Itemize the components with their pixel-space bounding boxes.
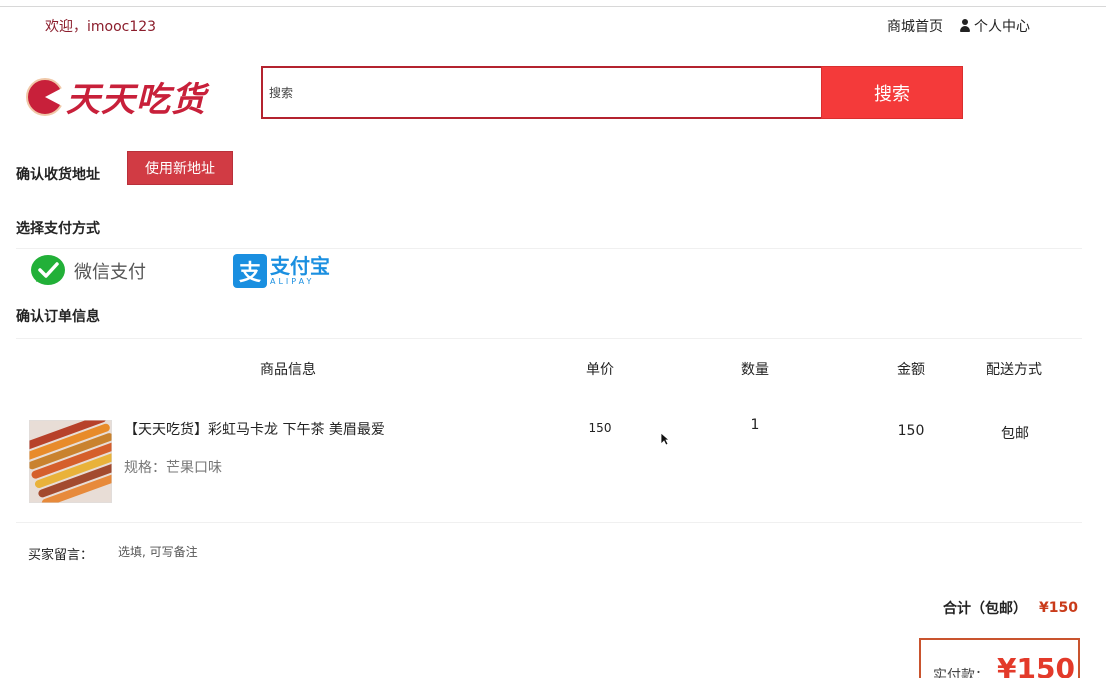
header-quantity: 数量 — [741, 362, 769, 378]
user-icon — [959, 19, 971, 32]
product-name[interactable]: 【天天吃货】彩虹马卡龙 下午茶 美眉最爱 — [124, 419, 385, 439]
product-spec: 规格：芒果口味 — [124, 460, 222, 476]
header-product: 商品信息 — [260, 362, 316, 378]
alipay-en-label: ALIPAY — [270, 277, 315, 286]
divider — [16, 522, 1082, 523]
top-nav: 商城首页 个人中心 — [887, 16, 1030, 36]
item-shipping: 包邮 — [1001, 426, 1029, 442]
logo-text: 天天吃货 — [66, 80, 206, 120]
divider — [16, 248, 1082, 249]
subtotal: 合计（包邮） ¥150 — [943, 598, 1078, 618]
order-section-title: 确认订单信息 — [16, 309, 100, 325]
top-border — [0, 6, 1106, 7]
actual-payment-amount: ¥150 — [997, 652, 1075, 678]
buyer-message-input[interactable] — [112, 540, 532, 564]
wechat-pay-label: 微信支付 — [74, 262, 146, 283]
alipay-icon: 支 — [233, 254, 267, 288]
logo[interactable]: 天天吃货 — [26, 72, 206, 121]
subtotal-amount: ¥150 — [1039, 600, 1078, 616]
user-center-label: 个人中心 — [974, 19, 1030, 35]
logo-mark-icon — [26, 77, 64, 116]
header-shipping: 配送方式 — [986, 362, 1042, 378]
item-unit-price: 150 — [588, 421, 612, 435]
alipay-wordmark: 支付宝 ALIPAY — [270, 256, 330, 286]
divider — [16, 338, 1082, 339]
user-center-link[interactable]: 个人中心 — [959, 16, 1030, 36]
wechat-pay-option[interactable]: 微信支付 — [30, 254, 146, 288]
item-amount: 150 — [897, 423, 925, 439]
search-button[interactable]: 搜索 — [821, 66, 963, 119]
product-image[interactable] — [29, 420, 112, 503]
actual-payment-box: 实付款： ¥150 — [919, 638, 1080, 678]
address-section-title: 确认收货地址 — [16, 167, 100, 183]
new-address-button[interactable]: 使用新地址 — [127, 151, 233, 185]
alipay-label: 支付宝 — [270, 254, 330, 278]
search-box — [261, 66, 823, 119]
home-link[interactable]: 商城首页 — [887, 16, 943, 36]
wechat-icon — [31, 255, 65, 285]
actual-payment-label: 实付款： — [933, 668, 989, 678]
payment-section-title: 选择支付方式 — [16, 221, 100, 237]
header-unit-price: 单价 — [586, 362, 614, 378]
item-quantity: 1 — [750, 417, 760, 433]
header-amount: 金额 — [897, 362, 925, 378]
mouse-cursor-icon — [660, 432, 670, 446]
alipay-option[interactable]: 支 支付宝 ALIPAY — [233, 254, 330, 288]
buyer-message-label: 买家留言： — [28, 548, 94, 563]
welcome-text: 欢迎，imooc123 — [45, 19, 157, 35]
search-input[interactable] — [263, 68, 823, 117]
subtotal-label: 合计（包邮） — [943, 601, 1028, 617]
